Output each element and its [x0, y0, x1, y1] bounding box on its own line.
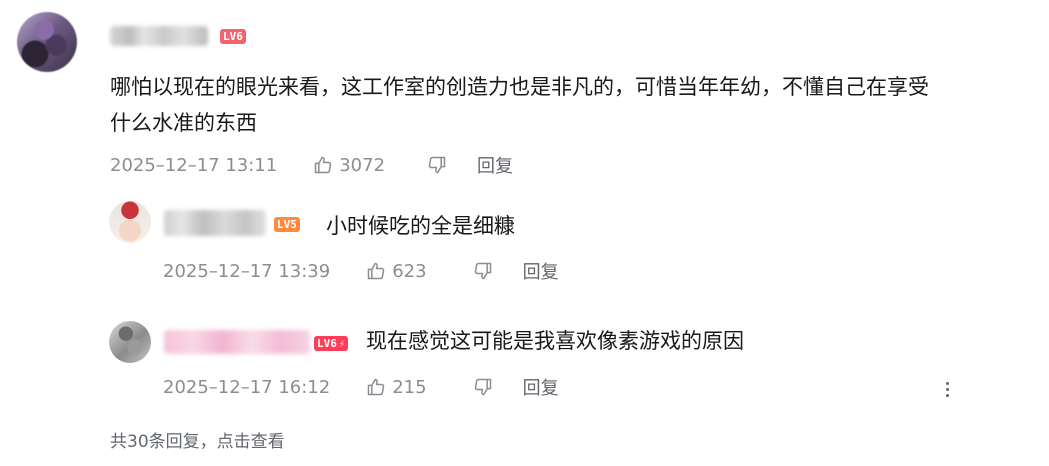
more-dot [945, 393, 949, 397]
thumbs-down-icon [474, 262, 491, 280]
reply-button[interactable]: 回复 [523, 374, 559, 400]
more-dot [945, 381, 949, 385]
reply-text: 现在感觉这可能是我喜欢像素游戏的原因 [366, 329, 744, 353]
reply-meta: 2025–12–17 16:12 215 回复 [163, 374, 559, 400]
thumbs-up-icon [367, 378, 385, 396]
comment-time: 2025–12–17 13:11 [110, 154, 278, 176]
dislike-button[interactable] [473, 261, 493, 281]
reply-button[interactable]: 回复 [477, 152, 513, 178]
reply-avatar[interactable] [109, 201, 151, 243]
reply-time: 2025–12–17 13:39 [163, 260, 331, 282]
reply-time: 2025–12–17 16:12 [163, 376, 331, 398]
like-button[interactable]: 215 [366, 376, 427, 398]
level-badge: LV5 [274, 217, 300, 232]
level-badge-text: LV6 [317, 337, 337, 350]
level-badge: LV6 ⚡ [314, 336, 348, 351]
reply-username-blurred[interactable] [164, 330, 310, 354]
like-count: 623 [392, 260, 427, 282]
comment-meta: 2025–12–17 13:11 3072 回复 [110, 152, 513, 178]
dislike-button[interactable] [473, 377, 493, 397]
thumbs-down-icon [428, 156, 446, 174]
reply-button[interactable]: 回复 [523, 258, 559, 284]
thumbs-down-icon [474, 378, 491, 396]
reply-username-blurred[interactable] [164, 210, 266, 236]
dislike-button[interactable] [427, 155, 447, 175]
reply-avatar[interactable] [109, 321, 151, 363]
comment-text-continued: 什么水准的东西 [110, 111, 257, 135]
reply-meta: 2025–12–17 13:39 623 回复 [163, 258, 559, 284]
avatar[interactable] [17, 12, 77, 72]
lightning-icon: ⚡ [338, 339, 345, 350]
like-count: 3072 [339, 154, 386, 176]
more-vertical-icon[interactable] [940, 376, 954, 402]
thumbs-up-icon [314, 156, 332, 174]
username-blurred[interactable] [110, 26, 208, 46]
level-badge: LV6 [220, 29, 246, 44]
like-count: 215 [392, 376, 427, 398]
more-dot [945, 387, 949, 391]
view-all-replies-link[interactable]: 共30条回复，点击查看 [110, 427, 285, 452]
thumbs-up-icon [367, 262, 385, 280]
like-button[interactable]: 3072 [313, 155, 385, 176]
reply-text: 小时候吃的全是细糠 [326, 214, 515, 238]
like-button[interactable]: 623 [366, 260, 427, 282]
comment-text: 哪怕以现在的眼光来看，这工作室的创造力也是非凡的，可惜当年年幼，不懂自己在享受 [110, 75, 929, 99]
